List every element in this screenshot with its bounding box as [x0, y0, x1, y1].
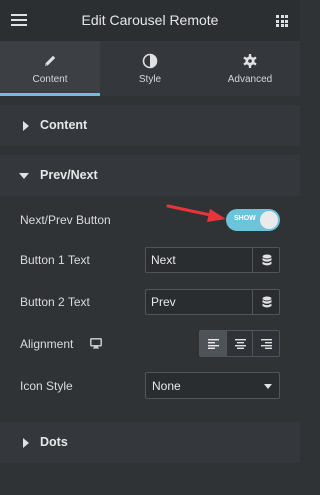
caret-down-icon: [19, 173, 29, 179]
tab-style[interactable]: Style: [100, 41, 200, 96]
button2-text-input[interactable]: [145, 289, 252, 315]
active-tab-indicator: [0, 93, 100, 96]
section-dots-header[interactable]: Dots: [0, 422, 300, 463]
nextprev-button-label: Next/Prev Button: [20, 213, 111, 227]
panel-title: Edit Carousel Remote: [81, 12, 219, 28]
database-icon: [262, 254, 272, 266]
tab-content-label: Content: [32, 74, 68, 85]
dynamic-tags-button[interactable]: [252, 247, 280, 273]
tab-style-label: Style: [138, 74, 162, 85]
section-prevnext-header[interactable]: Prev/Next: [0, 155, 300, 196]
align-right-button[interactable]: [252, 331, 280, 356]
align-right-icon: [261, 339, 273, 349]
section-dots-label: Dots: [40, 435, 68, 449]
chevron-down-icon: [264, 384, 272, 389]
panel-header: Edit Carousel Remote: [0, 0, 300, 41]
gear-icon: [243, 54, 257, 68]
section-content-label: Content: [40, 118, 88, 132]
tab-content[interactable]: Content: [0, 41, 100, 96]
widgets-grid-icon[interactable]: [276, 15, 288, 27]
align-center-button[interactable]: [225, 331, 253, 356]
caret-right-icon: [23, 121, 29, 131]
desktop-monitor-icon[interactable]: [90, 338, 102, 349]
icon-style-select[interactable]: None: [145, 372, 280, 399]
button2-text-label: Button 2 Text: [20, 295, 90, 309]
database-icon: [262, 296, 272, 308]
tab-advanced-label: Advanced: [227, 74, 273, 85]
nextprev-button-toggle[interactable]: SHOW: [226, 209, 280, 231]
half-circle-icon: [142, 53, 158, 69]
button2-text-control: [145, 289, 280, 315]
button1-text-control: [145, 247, 280, 273]
button1-text-label: Button 1 Text: [20, 253, 90, 267]
align-left-icon: [208, 339, 219, 349]
button1-text-input[interactable]: [145, 247, 252, 273]
section-content-header[interactable]: Content: [0, 105, 300, 146]
toggle-state-text: SHOW: [234, 215, 256, 222]
caret-right-icon: [23, 438, 29, 448]
tab-advanced[interactable]: Advanced: [200, 41, 300, 96]
alignment-choices: [199, 330, 280, 357]
icon-style-label: Icon Style: [20, 379, 73, 393]
dynamic-tags-button[interactable]: [252, 289, 280, 315]
align-center-icon: [234, 339, 246, 349]
panel-tabs: Content Style Advanced: [0, 41, 300, 96]
align-left-button[interactable]: [200, 331, 226, 356]
icon-style-selected-value: None: [152, 379, 181, 393]
pencil-icon: [45, 55, 56, 66]
toggle-knob: [260, 211, 278, 229]
alignment-label: Alignment: [20, 337, 74, 351]
section-prevnext-label: Prev/Next: [40, 168, 98, 182]
